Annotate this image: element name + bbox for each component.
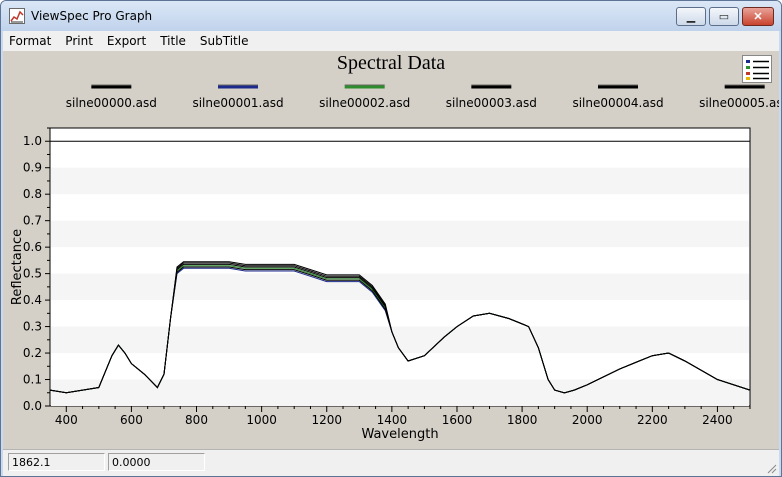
title-bar[interactable]: ViewSpec Pro Graph ▁ ▭ ✕ (1, 1, 781, 31)
menu-format[interactable]: Format (9, 34, 51, 48)
status-cursor-y: 0.0000 (108, 453, 205, 471)
x-tick-label: 1600 (442, 413, 473, 427)
menu-title[interactable]: Title (160, 34, 186, 48)
status-cursor-x: 1862.1 (8, 453, 105, 471)
grid-band (51, 273, 749, 301)
y-tick-label: 0.4 (23, 293, 42, 307)
y-tick-label: 0.3 (23, 320, 42, 334)
menu-export[interactable]: Export (107, 34, 146, 48)
x-tick-label: 400 (55, 413, 78, 427)
y-tick-label: 0.9 (23, 161, 42, 175)
legend-label: silne00000.asd (66, 96, 157, 110)
graph-panel: Spectral Data 0.0 0.1 0.2 0.3 0.4 0.5 0.6 0.7 0.… (3, 51, 779, 449)
x-tick-label: 2400 (702, 413, 733, 427)
menu-print[interactable]: Print (65, 34, 93, 48)
grid-band (51, 326, 749, 354)
y-tick-label: 0.5 (23, 267, 42, 281)
maximize-button[interactable]: ▭ (709, 7, 739, 26)
legend-label: silne00004.asd (572, 96, 663, 110)
x-tick-label: 2200 (637, 413, 668, 427)
y-tick-label: 0.7 (23, 214, 42, 228)
x-tick-label: 800 (185, 413, 208, 427)
grid-band (51, 379, 749, 406)
x-axis-label: Wavelength (361, 427, 438, 442)
y-tick-label: 0.2 (23, 346, 42, 360)
legend-label: silne00003.asd (446, 96, 537, 110)
menu-subtitle[interactable]: SubTitle (200, 34, 249, 48)
x-tick-label: 1800 (507, 413, 538, 427)
legend-label: silne00002.asd (319, 96, 410, 110)
y-axis-label: Reflectance (10, 229, 25, 305)
y-tick-label: 0.0 (23, 399, 42, 413)
resize-grip-icon[interactable] (765, 462, 777, 474)
x-tick-label: 1200 (311, 413, 342, 427)
y-tick-label: 0.1 (23, 373, 42, 387)
grid-band (51, 167, 749, 195)
status-bar: 1862.1 0.0000 (3, 449, 779, 476)
app-window: ViewSpec Pro Graph ▁ ▭ ✕ Format Print Ex… (0, 0, 782, 477)
window-title: ViewSpec Pro Graph (31, 9, 153, 23)
y-tick-label: 0.6 (23, 240, 42, 254)
x-tick-label: 1400 (377, 413, 408, 427)
graph-app-icon (9, 8, 25, 24)
minimize-button[interactable]: ▁ (676, 7, 706, 26)
legend-label: silne00001.asd (192, 96, 283, 110)
maximize-icon: ▭ (718, 11, 730, 23)
menu-bar: Format Print Export Title SubTitle (3, 31, 779, 51)
x-tick-label: 2000 (572, 413, 603, 427)
x-tick-label: 1000 (246, 413, 277, 427)
y-tick-label: 1.0 (23, 134, 42, 148)
legend-label: silne00005.asd (699, 96, 779, 110)
minimize-icon: ▁ (686, 11, 696, 23)
grid-band (51, 220, 749, 248)
y-tick-label: 0.8 (23, 187, 42, 201)
x-tick-label: 600 (120, 413, 143, 427)
close-button[interactable]: ✕ (742, 7, 774, 26)
close-icon: ✕ (753, 11, 763, 23)
spectral-chart[interactable]: 0.0 0.1 0.2 0.3 0.4 0.5 0.6 0.7 0.8 0.9 1.0 400 600 8… (3, 51, 779, 449)
